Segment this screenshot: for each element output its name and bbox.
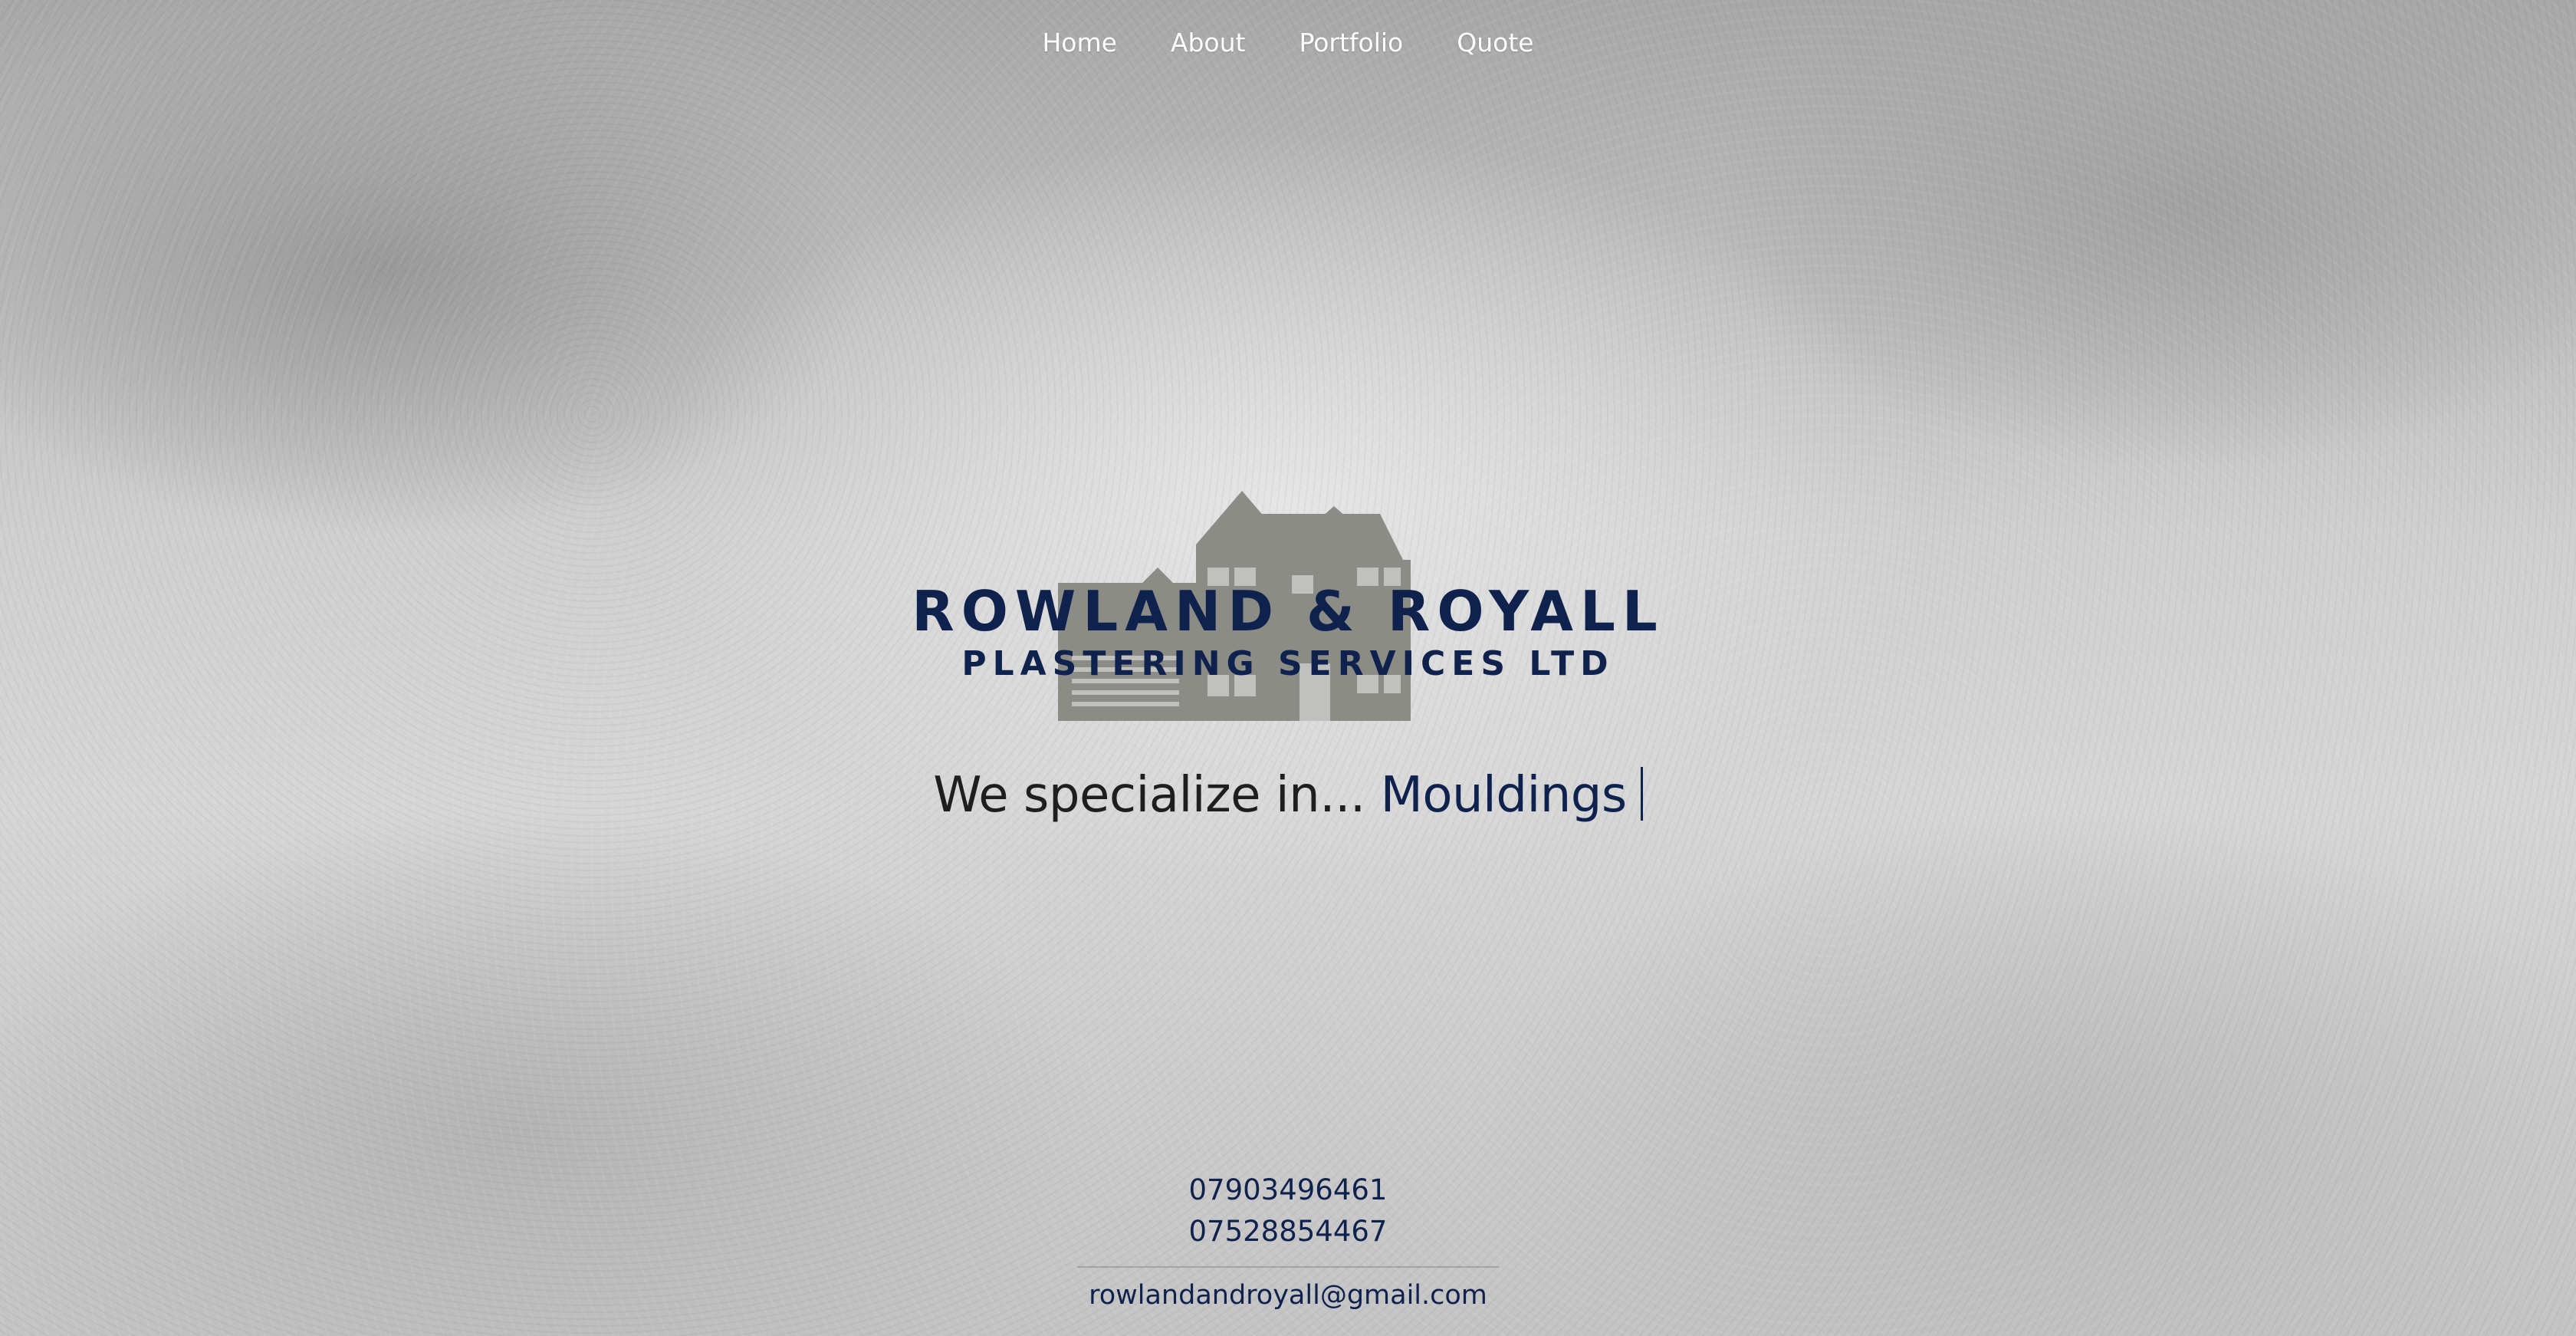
specialty-tagline: We specialize in... Mouldings	[0, 767, 2576, 824]
main-nav: Home About Portfolio Quote	[0, 25, 2576, 61]
typing-cursor	[1640, 767, 1643, 821]
logo-company-name: ROWLAND & ROYALL	[912, 579, 1664, 643]
tagline-highlight: Mouldings	[1380, 767, 1628, 824]
tagline-prefix: We specialize in...	[933, 767, 1365, 824]
nav-home-link[interactable]: Home	[1042, 25, 1116, 61]
company-logo: ROWLAND & ROYALL PLASTERING SERVICES LTD	[905, 483, 1671, 736]
logo-company-subtitle: PLASTERING SERVICES LTD	[961, 644, 1615, 683]
nav-about-link[interactable]: About	[1171, 25, 1246, 61]
phone-number-1[interactable]: 07903496461	[0, 1170, 2576, 1211]
nav-quote-link[interactable]: Quote	[1457, 25, 1533, 61]
phone-number-2[interactable]: 07528854467	[0, 1211, 2576, 1252]
nav-portfolio-link[interactable]: Portfolio	[1299, 25, 1403, 61]
email-link[interactable]: rowlandandroyall@gmail.com	[0, 1280, 2576, 1311]
contact-info: 07903496461 07528854467 rowlandandroyall…	[0, 1170, 2576, 1311]
contact-divider	[1077, 1266, 1499, 1268]
